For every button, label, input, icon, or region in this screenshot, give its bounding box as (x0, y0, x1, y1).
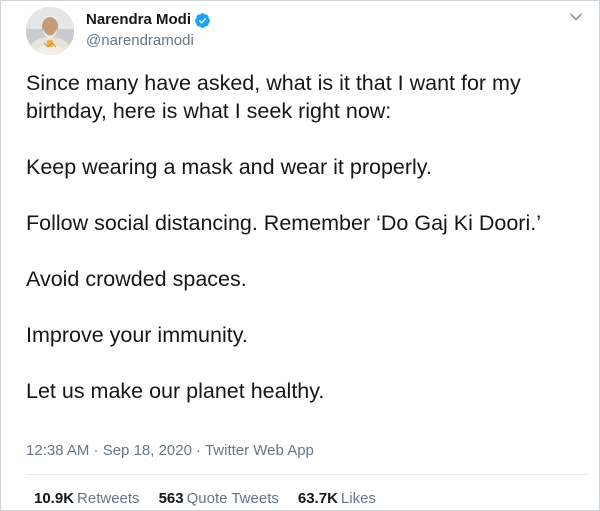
likes-label: Likes (340, 490, 376, 507)
tweet-text: Since many have asked, what is it that I… (26, 69, 586, 405)
tweet-paragraph: Keep wearing a mask and wear it properly… (26, 155, 432, 179)
tweet-stats: 10.9K Retweets 563 Quote Tweets 63.7K Likes (34, 489, 395, 509)
tweet-timestamp[interactable]: 12:38 AM · Sep 18, 2020 (26, 442, 192, 459)
retweets-count: 10.9K (34, 490, 75, 507)
tweet-source[interactable]: Twitter Web App (205, 442, 314, 459)
avatar[interactable] (26, 7, 74, 55)
verified-badge-icon (194, 12, 211, 29)
tweet-card: Narendra Modi @narendramodi Since many h… (0, 0, 600, 511)
author-display-name[interactable]: Narendra Modi (86, 10, 191, 30)
tweet-paragraph: Let us make our planet healthy. (26, 379, 325, 403)
tweet-paragraph: Since many have asked, what is it that I… (26, 71, 521, 123)
likes-count: 63.7K (297, 490, 338, 507)
divider (26, 474, 587, 475)
author-info: Narendra Modi @narendramodi (86, 10, 211, 51)
retweets-label: Retweets (77, 490, 140, 507)
quote-tweets-label: Quote Tweets (186, 490, 279, 507)
tweet-header: Narendra Modi @narendramodi (26, 7, 586, 55)
chevron-down-icon[interactable] (568, 9, 584, 25)
tweet-paragraph: Follow social distancing. Remember ‘Do G… (26, 211, 541, 235)
tweet-metadata: 12:38 AM · Sep 18, 2020 · Twitter Web App (26, 441, 314, 461)
tweet-paragraph: Avoid crowded spaces. (26, 267, 247, 291)
avatar-portrait-icon (26, 7, 74, 55)
likes-stat[interactable]: 63.7K Likes (298, 489, 376, 509)
tweet-paragraph: Improve your immunity. (26, 323, 248, 347)
author-name-row: Narendra Modi (86, 10, 211, 30)
quote-tweets-count: 563 (158, 490, 184, 507)
quote-tweets-stat[interactable]: 563 Quote Tweets (159, 489, 279, 509)
retweets-stat[interactable]: 10.9K Retweets (34, 489, 140, 509)
author-handle[interactable]: @narendramodi (86, 31, 211, 51)
meta-separator: · (195, 442, 201, 459)
